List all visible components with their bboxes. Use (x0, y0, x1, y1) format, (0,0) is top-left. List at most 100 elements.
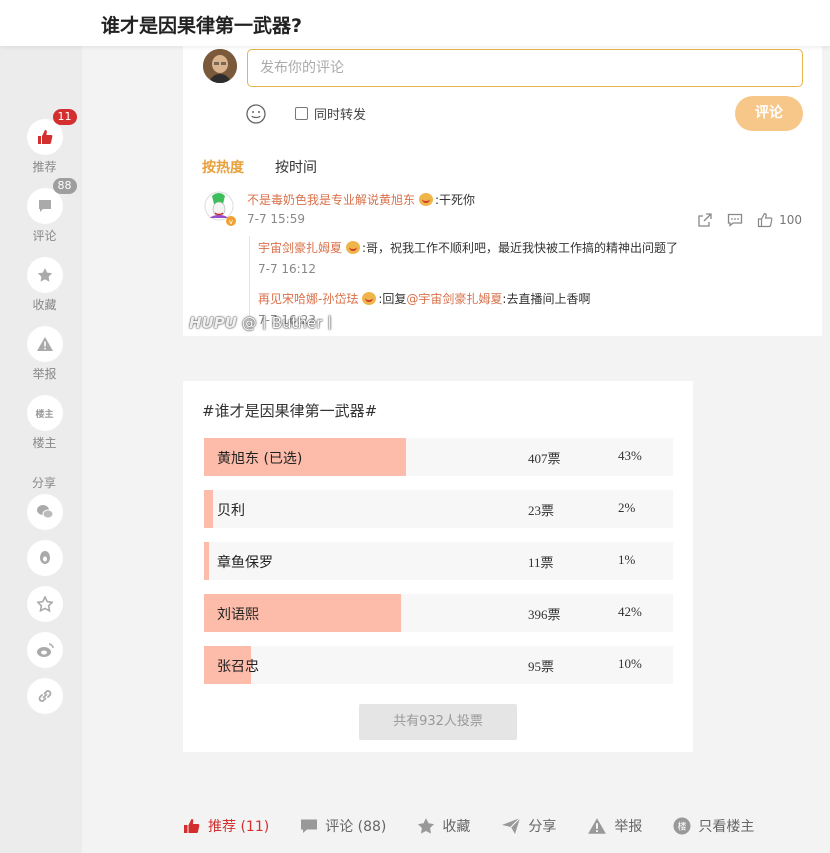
comment-input[interactable]: 发布你的评论 (247, 49, 803, 87)
recommend-badge: 11 (52, 109, 77, 125)
comment-panel: 发布你的评论 同时转发 评论 按热度 按时间 v 不是毒奶色我是专业解说黄旭东:… (183, 46, 822, 336)
submit-comment-button[interactable]: 评论 (735, 96, 803, 131)
smiley-icon (246, 104, 266, 124)
share-weibo[interactable] (26, 632, 63, 668)
poll-option-label: 章鱼保罗 (217, 555, 273, 571)
poll-option-percent: 10% (618, 656, 642, 671)
share-link[interactable] (26, 678, 63, 714)
share-arrow-icon (502, 817, 521, 834)
sort-by-time-tab[interactable]: 按时间 (275, 157, 317, 177)
comment-line: 不是毒奶色我是专业解说黄旭东 :干死你 (247, 191, 475, 208)
badge-emoji-icon (362, 292, 377, 305)
comment-username[interactable]: 不是毒奶色我是专业解说黄旭东 (247, 193, 415, 207)
sidebar-report[interactable]: 举报 (26, 326, 63, 382)
share-favorite[interactable] (26, 586, 63, 622)
poll-bar (204, 542, 209, 580)
poll-option-percent: 1% (618, 552, 636, 567)
reply-line: 再见宋哈娜-孙岱珐:回复@宇宙剑豪扎姆夏:去直播间上香啊 (258, 290, 590, 307)
share-wechat[interactable] (26, 494, 63, 530)
sidebar-op[interactable]: 楼主 楼主 (26, 395, 63, 451)
share-out-icon[interactable] (697, 212, 713, 228)
repost-label: 同时转发 (314, 108, 367, 123)
bottom-op-only-button[interactable]: 楼 只看楼主 (673, 816, 754, 836)
wechat-icon (36, 505, 53, 519)
bottom-comment-label: 评论 (88) (325, 819, 387, 835)
star-icon (418, 818, 435, 834)
poll-option-label: 张召忠 (217, 659, 259, 675)
comment-actions: 100 (697, 212, 802, 228)
reply-text: :哥，祝我工作不顺利吧，最近我快被工作搞的精神出问题了 (362, 241, 679, 255)
poll-total-button[interactable]: 共有932人投票 (359, 704, 517, 740)
repost-checkbox[interactable]: 同时转发 (295, 104, 366, 123)
reply-mention[interactable]: @宇宙剑豪扎姆夏 (406, 292, 502, 306)
checkbox-box[interactable] (295, 107, 308, 120)
bottom-action-bar: 推荐 (11) 评论 (88) 收藏 分享 举报 楼 只看楼主 (183, 814, 785, 838)
share-label: 分享 (32, 476, 57, 490)
sidebar-report-label: 举报 (32, 367, 57, 381)
bottom-recommend-button[interactable]: 推荐 (11) (183, 816, 269, 836)
comment-icon (301, 819, 318, 833)
avatar (203, 49, 237, 83)
poll-panel: #谁才是因果律第一武器# 黄旭东 (已选) 407票 43% 贝利 23票 2%… (183, 381, 693, 752)
weibo-icon (36, 643, 54, 657)
emoji-button[interactable] (245, 103, 267, 125)
reply-line: 宇宙剑豪扎姆夏 :哥，祝我工作不顺利吧，最近我快被工作搞的精神出问题了 (258, 239, 678, 256)
sort-by-hot-tab[interactable]: 按热度 (202, 157, 244, 177)
link-icon (38, 690, 51, 702)
op-badge-icon: 楼 (673, 817, 691, 835)
bottom-report-button[interactable]: 举报 (587, 816, 642, 836)
thumbs-up-outline-icon (757, 212, 773, 228)
bottom-favorite-button[interactable]: 收藏 (417, 816, 470, 836)
bottom-report-label: 举报 (614, 819, 643, 835)
bottom-share-button[interactable]: 分享 (501, 816, 556, 836)
sidebar-comment[interactable]: 88 评论 (26, 178, 77, 244)
bottom-recommend-label: 推荐 (11) (208, 819, 270, 835)
poll-option[interactable]: 张召忠 95票 10% (204, 646, 673, 684)
like-button[interactable]: 100 (757, 212, 802, 228)
sidebar-op-label: 楼主 (32, 436, 57, 450)
commenter-avatar[interactable]: v (204, 188, 236, 226)
poll-option-percent: 2% (618, 500, 636, 515)
poll-option[interactable]: 黄旭东 (已选) 407票 43% (204, 438, 673, 476)
watermark: HUPU @丨Buther丨 (189, 312, 337, 333)
poll-option-label: 刘语熙 (217, 607, 259, 623)
comment-time: 7-7 15:59 (247, 212, 305, 226)
op-icon: 楼主 (35, 409, 54, 420)
poll-option[interactable]: 刘语熙 396票 42% (204, 594, 673, 632)
comment-text: :干死你 (435, 193, 476, 207)
poll-option[interactable]: 章鱼保罗 11票 1% (204, 542, 673, 580)
poll-option-votes: 11票 (528, 555, 554, 570)
poll-title: #谁才是因果律第一武器# (202, 402, 378, 420)
sidebar-comment-label: 评论 (32, 229, 57, 243)
reply-icon[interactable] (727, 212, 743, 228)
thumbs-up-icon (184, 819, 200, 833)
bottom-comment-button[interactable]: 评论 (88) (300, 816, 386, 836)
watermark-user: @丨Buther丨 (241, 314, 338, 332)
poll-bar (204, 490, 213, 528)
watermark-brand: HUPU (189, 314, 237, 332)
svg-text:楼: 楼 (678, 821, 687, 833)
sidebar-favorite[interactable]: 收藏 (26, 257, 63, 313)
share-qzone[interactable] (26, 540, 63, 576)
bottom-favorite-label: 收藏 (442, 819, 471, 835)
badge-emoji-icon (419, 193, 434, 206)
poll-option[interactable]: 贝利 23票 2% (204, 490, 673, 528)
top-bar: 谁才是因果律第一武器? (0, 0, 830, 46)
poll-option-votes: 95票 (528, 659, 555, 674)
svg-text:v: v (229, 218, 233, 226)
sidebar-recommend-label: 推荐 (32, 160, 57, 174)
page-title: 谁才是因果律第一武器? (101, 15, 303, 37)
bottom-share-label: 分享 (528, 819, 557, 835)
reply-username[interactable]: 宇宙剑豪扎姆夏 (258, 241, 342, 255)
poll-option-votes: 23票 (528, 503, 555, 518)
poll-option-votes: 407票 (528, 451, 561, 466)
thumbs-up-icon (37, 130, 52, 144)
badge-emoji-icon (346, 241, 361, 254)
comment-badge: 88 (52, 178, 77, 194)
reply-username[interactable]: 再见宋哈娜-孙岱珐 (258, 292, 358, 306)
comment-icon (38, 200, 51, 212)
poll-option-label: 黄旭东 (已选) (217, 451, 303, 467)
sidebar-recommend[interactable]: 11 推荐 (26, 109, 77, 175)
reply-word: :回复 (378, 292, 407, 306)
like-count: 100 (779, 213, 802, 227)
